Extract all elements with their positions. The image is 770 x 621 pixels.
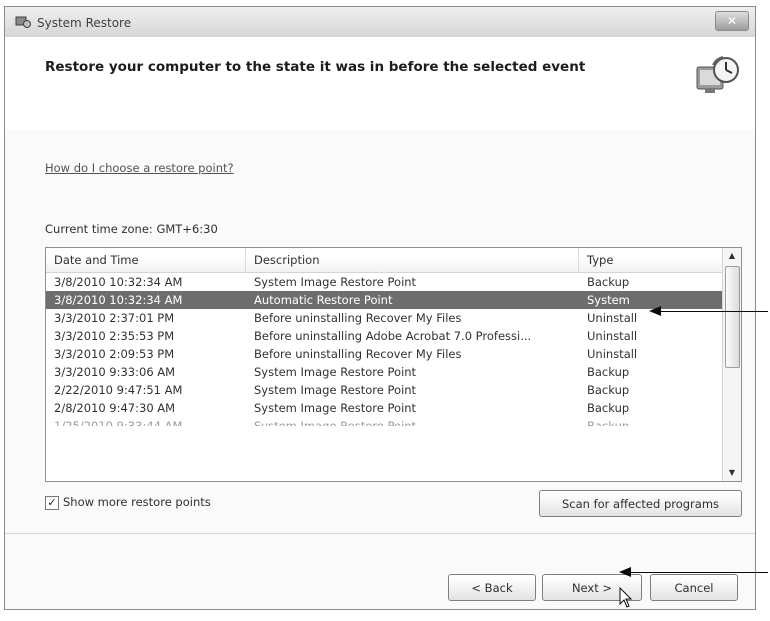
row-description: Before uninstalling Recover My Files — [254, 347, 462, 361]
mouse-pointer-icon — [619, 587, 633, 608]
row-date: 1/25/2010 9:33:44 AM — [54, 419, 183, 433]
close-icon: ✕ — [726, 14, 738, 28]
row-description: Before uninstalling Adobe Acrobat 7.0 Pr… — [254, 329, 532, 343]
table-row[interactable]: 3/3/2010 2:09:53 PM Before uninstalling … — [46, 345, 723, 363]
row-date: 3/3/2010 2:09:53 PM — [54, 347, 175, 361]
row-type: Backup — [587, 419, 630, 433]
table-row[interactable]: 3/8/2010 10:32:34 AM System Image Restor… — [46, 273, 723, 291]
callout-line-selected-row — [660, 311, 768, 312]
row-description: Automatic Restore Point — [254, 293, 393, 307]
table-row-selected[interactable]: 3/8/2010 10:32:34 AM Automatic Restore P… — [46, 291, 723, 309]
table-row[interactable]: 3/3/2010 9:33:06 AM System Image Restore… — [46, 363, 723, 381]
row-date: 3/8/2010 10:32:34 AM — [54, 275, 183, 289]
close-button[interactable]: ✕ — [715, 11, 749, 31]
scroll-thumb[interactable] — [725, 266, 740, 368]
footer-divider — [5, 533, 755, 534]
help-link[interactable]: How do I choose a restore point? — [45, 161, 234, 175]
window-title: System Restore — [37, 16, 132, 30]
column-header-description[interactable]: Description — [246, 248, 579, 272]
row-date: 3/3/2010 9:33:06 AM — [54, 365, 176, 379]
row-description: System Image Restore Point — [254, 275, 417, 289]
row-description: System Image Restore Point — [254, 383, 417, 397]
row-type: Backup — [587, 383, 630, 397]
row-type: Backup — [587, 275, 630, 289]
system-restore-window: System Restore ✕ Restore your computer t… — [4, 6, 756, 610]
row-date: 2/22/2010 9:47:51 AM — [54, 383, 183, 397]
row-description: System Image Restore Point — [254, 365, 417, 379]
back-button[interactable]: < Back — [448, 574, 536, 601]
cancel-button[interactable]: Cancel — [650, 574, 738, 601]
list-scrollbar[interactable]: ▲ ▼ — [722, 248, 741, 481]
restore-points-list[interactable]: Date and Time Description Type 3/8/2010 … — [45, 247, 742, 482]
row-date: 3/3/2010 2:37:01 PM — [54, 311, 175, 325]
timezone-label: Current time zone: GMT+6:30 — [45, 222, 218, 236]
show-more-checkbox[interactable]: ✓ — [45, 496, 59, 510]
row-type: Backup — [587, 401, 630, 415]
table-row[interactable]: 3/3/2010 2:35:53 PM Before uninstalling … — [46, 327, 723, 345]
table-row[interactable]: 2/22/2010 9:47:51 AM System Image Restor… — [46, 381, 723, 399]
scan-affected-programs-button[interactable]: Scan for affected programs — [539, 490, 742, 517]
row-date: 2/8/2010 9:47:30 AM — [54, 401, 176, 415]
column-header-date[interactable]: Date and Time — [46, 248, 246, 272]
row-type: Backup — [587, 365, 630, 379]
scroll-down-arrow-icon[interactable]: ▼ — [723, 465, 741, 481]
restore-clock-icon — [696, 56, 739, 93]
table-row[interactable]: 1/25/2010 9:33:44 AM System Image Restor… — [46, 417, 723, 433]
callout-line-next-button — [630, 572, 768, 573]
system-restore-app-icon — [15, 16, 31, 28]
table-row[interactable]: 2/8/2010 9:47:30 AM System Image Restore… — [46, 399, 723, 417]
row-description: Before uninstalling Recover My Files — [254, 311, 462, 325]
callout-arrowhead-selected-row — [649, 306, 661, 316]
page-heading: Restore your computer to the state it wa… — [45, 59, 586, 75]
content-area: How do I choose a restore point? Current… — [5, 129, 755, 609]
table-row[interactable]: 3/3/2010 2:37:01 PM Before uninstalling … — [46, 309, 723, 327]
row-description: System Image Restore Point — [254, 419, 417, 433]
title-bar: System Restore ✕ — [5, 7, 755, 38]
column-header-type[interactable]: Type — [579, 248, 723, 272]
row-date: 3/3/2010 2:35:53 PM — [54, 329, 175, 343]
list-header: Date and Time Description Type — [46, 248, 723, 273]
callout-arrowhead-next-button — [619, 567, 631, 577]
header-panel: Restore your computer to the state it wa… — [5, 37, 755, 130]
show-more-label: Show more restore points — [63, 495, 211, 509]
scroll-up-arrow-icon[interactable]: ▲ — [723, 248, 741, 264]
row-type: Uninstall — [587, 347, 638, 361]
row-date: 3/8/2010 10:32:34 AM — [54, 293, 183, 307]
row-description: System Image Restore Point — [254, 401, 417, 415]
row-type: Uninstall — [587, 329, 638, 343]
